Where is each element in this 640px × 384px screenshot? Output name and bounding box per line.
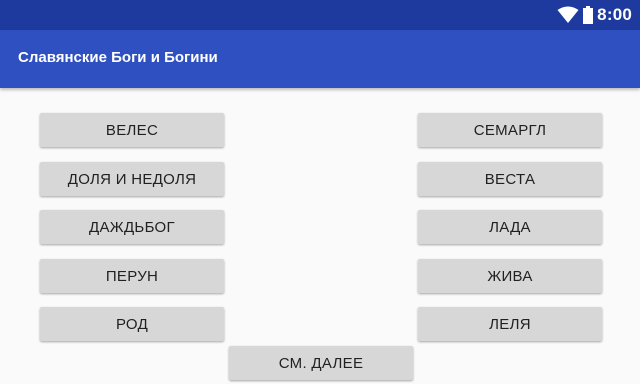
app-bar: Славянские Боги и Богини xyxy=(0,30,640,88)
wifi-icon xyxy=(557,6,579,23)
battery-icon xyxy=(583,6,594,24)
button-perun[interactable]: ПЕРУН xyxy=(40,259,224,293)
button-semargl[interactable]: СЕМАРГЛ xyxy=(418,113,602,147)
button-lada[interactable]: ЛАДА xyxy=(418,210,602,244)
status-time: 8:00 xyxy=(597,5,632,24)
button-zhiva[interactable]: ЖИВА xyxy=(418,259,602,293)
button-veles[interactable]: ВЕЛЕС xyxy=(40,113,224,147)
button-vesta[interactable]: ВЕСТА xyxy=(418,162,602,196)
status-bar: 8:00 xyxy=(0,0,640,30)
status-icons: 8:00 xyxy=(557,4,632,26)
see-more-button[interactable]: СМ. ДАЛЕЕ xyxy=(229,346,413,380)
button-dolya-i-nedolya[interactable]: ДОЛЯ И НЕДОЛЯ xyxy=(40,162,224,196)
button-rod[interactable]: РОД xyxy=(40,307,224,341)
app-title: Славянские Боги и Богини xyxy=(18,49,218,66)
button-dazhdbog[interactable]: ДАЖДЬБОГ xyxy=(40,210,224,244)
button-lelya[interactable]: ЛЕЛЯ xyxy=(418,307,602,341)
